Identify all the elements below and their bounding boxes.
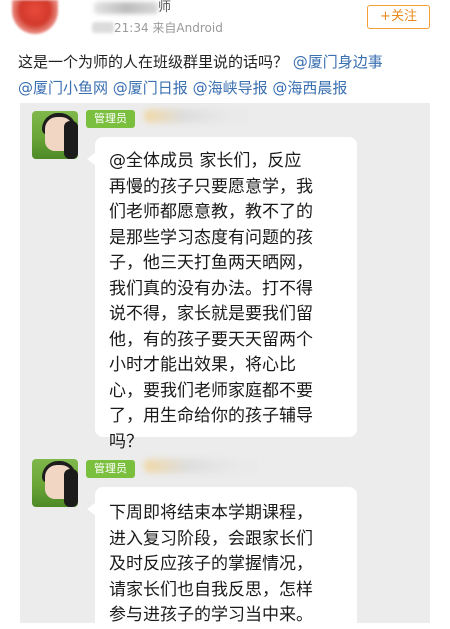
message-line: 说不得，家长就是要我们留 [109, 304, 313, 324]
message-line: 吗？ [109, 431, 143, 452]
chat-screenshot[interactable]: 管理员 @全体成员 家长们，反应 再慢的孩子只要愿意学，我 们老师都愿意教，教不… [20, 103, 430, 625]
message-line: 我们真的没有办法。打不得 [109, 278, 313, 299]
mention-link[interactable]: @海西晨报 [272, 79, 347, 97]
message-line: 子，他三天打鱼两天晒网， [109, 253, 313, 273]
message-line: 是那些学习态度有问题的孩 [109, 227, 313, 248]
mention-link[interactable]: @海峡导报 [193, 79, 268, 97]
admin-badge: 管理员 [86, 460, 135, 478]
avatar-hair-side [64, 121, 78, 159]
message-bubble: 下周即将结束本学期课程， 进入复习阶段，会跟家长们 及时反应孩子的掌握情况， 请… [87, 487, 357, 625]
sender-name-redacted [144, 109, 264, 123]
message-line: 及时反应孩子的掌握情况， [109, 554, 313, 574]
post-meta: 21:34 来自Android [114, 20, 223, 36]
message-bubble: @全体成员 家长们，反应 再慢的孩子只要愿意学，我 们老师都愿意教，教不了的 是… [87, 137, 357, 452]
message-line: 再慢的孩子只要愿意学，我 [109, 176, 313, 197]
message-line: 参与进孩子的学习当中来。 [109, 605, 313, 625]
post-source: 来自Android [152, 21, 223, 35]
message-line: @全体成员 家长们，反应 [109, 151, 302, 171]
admin-badge: 管理员 [86, 110, 135, 128]
message-line: 小时才能出效果，将心比 [109, 355, 296, 375]
message-line: 他，有的孩子要天天留两个 [109, 329, 313, 350]
message-line: 进入复习阶段，会跟家长们 [109, 528, 313, 549]
post-text: 这是一个为师的人在班级群里说的话吗？ @厦门身边事 @厦门小鱼网 @厦门日报 @… [18, 49, 438, 101]
sender-name-redacted [144, 459, 274, 473]
message-line: 请家长们也自我反思，怎样 [109, 579, 313, 600]
sender-avatar [32, 459, 78, 507]
avatar-hair-side [64, 469, 78, 507]
message-line: 们老师都愿意教，教不了的 [109, 202, 313, 222]
author-name-redacted [94, 2, 158, 14]
message-line: 心，要我们老师家庭都不要 [109, 380, 313, 401]
post-header: 师 21:34 来自Android +关注 [0, 0, 450, 52]
post-time: 21:34 [114, 21, 149, 35]
author-name[interactable]: 师 [158, 0, 171, 16]
message-line: 下周即将结束本学期课程， [109, 503, 313, 523]
mention-link[interactable]: @厦门小鱼网 [18, 79, 108, 97]
sender-avatar [32, 111, 78, 159]
date-redacted [92, 22, 114, 33]
author-avatar[interactable] [12, 0, 58, 34]
mention-link[interactable]: @厦门身边事 [293, 53, 383, 71]
message-line: 了，用生命给你的孩子辅导 [109, 406, 313, 426]
follow-button[interactable]: +关注 [367, 5, 430, 29]
post-lead: 这是一个为师的人在班级群里说的话吗？ [18, 53, 289, 71]
mention-link[interactable]: @厦门日报 [113, 79, 188, 97]
